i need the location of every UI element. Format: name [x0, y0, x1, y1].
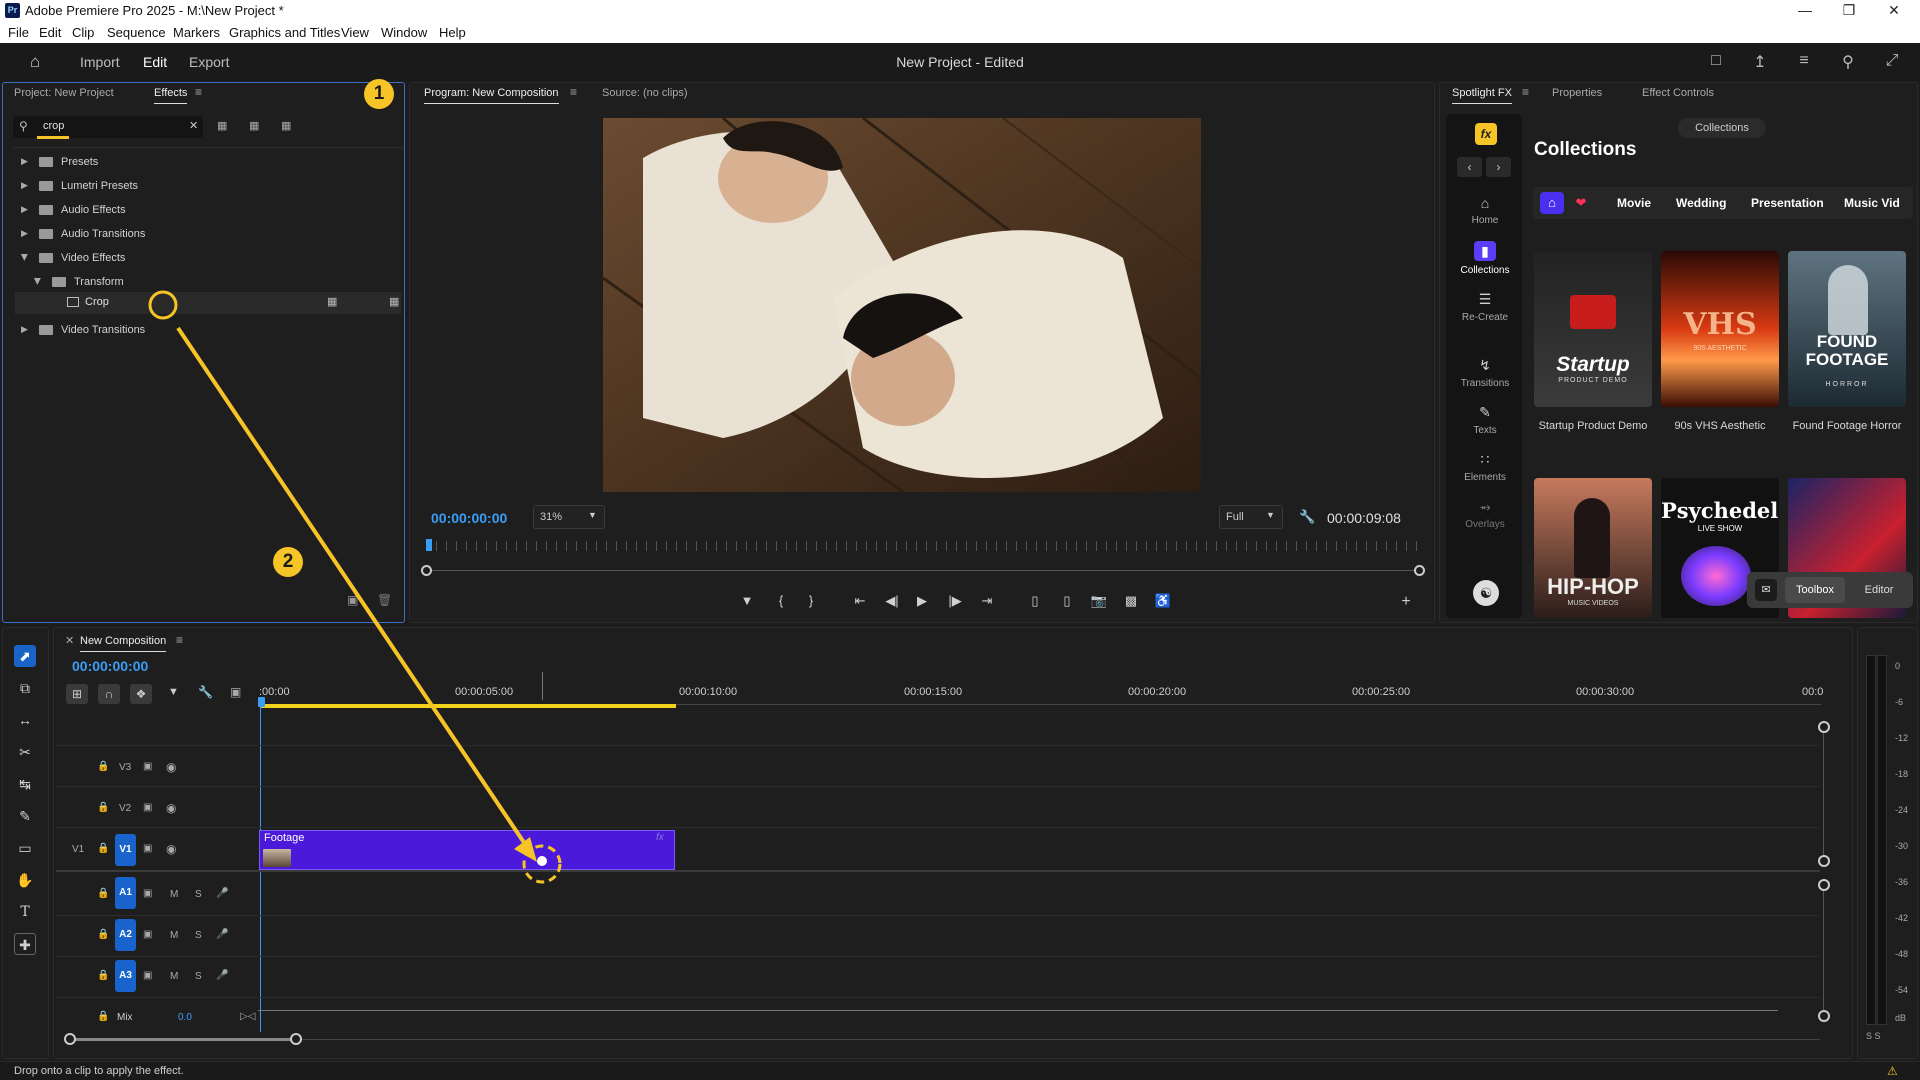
drag-source-circle — [148, 290, 178, 320]
status-text: Drop onto a clip to apply the effect. — [14, 1065, 184, 1077]
audio-scroll-handle-top[interactable] — [1818, 879, 1830, 891]
zoom-handle-right[interactable] — [290, 1033, 302, 1045]
video-scroll-handle-top[interactable] — [1818, 721, 1830, 733]
drag-arrow-head — [514, 837, 537, 862]
timeline-zoom-bar[interactable] — [70, 1038, 296, 1041]
zoom-handle-left[interactable] — [64, 1033, 76, 1045]
warning-icon[interactable]: ⚠ — [1887, 1064, 1898, 1078]
drop-cursor — [537, 856, 547, 866]
drag-arrow-overlay — [148, 290, 562, 884]
audio-meter-left — [1866, 655, 1876, 1025]
status-bar: Drop onto a clip to apply the effect. ⚠ — [0, 1061, 1920, 1080]
meter-solo-buttons[interactable]: S S — [1866, 1031, 1881, 1041]
audio-scroll-handle-bottom[interactable] — [1818, 1010, 1830, 1022]
video-scroll-handle-bottom[interactable] — [1818, 855, 1830, 867]
drag-arrow-line — [176, 326, 529, 849]
audio-meter-right — [1877, 655, 1887, 1025]
